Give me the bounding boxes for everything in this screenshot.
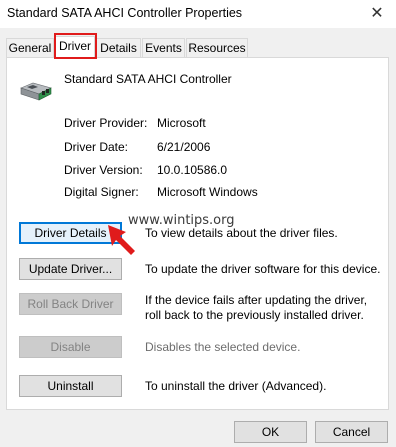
driver-details-description: To view details about the driver files. (145, 226, 338, 240)
tab-general[interactable]: General (6, 38, 54, 58)
driver-date-value: 6/21/2006 (157, 140, 211, 154)
driver-provider-label: Driver Provider: (64, 116, 148, 130)
device-name: Standard SATA AHCI Controller (64, 72, 232, 86)
tab-details[interactable]: Details (96, 38, 141, 58)
disable-description: Disables the selected device. (145, 340, 301, 354)
digital-signer-label: Digital Signer: (64, 185, 139, 199)
title-bar: Standard SATA AHCI Controller Properties… (0, 0, 396, 28)
digital-signer-value: Microsoft Windows (157, 185, 258, 199)
cancel-button[interactable]: Cancel (315, 421, 388, 443)
uninstall-button[interactable]: Uninstall (19, 375, 122, 397)
roll-back-driver-button[interactable]: Roll Back Driver (19, 293, 122, 315)
driver-version-label: Driver Version: (64, 163, 143, 177)
roll-back-driver-description: If the device fails after updating the d… (145, 293, 368, 322)
ok-button[interactable]: OK (234, 421, 307, 443)
driver-version-value: 10.0.10586.0 (157, 163, 228, 177)
pointer-arrow-icon (108, 225, 135, 255)
driver-provider-value: Microsoft (157, 116, 206, 130)
controller-chip-icon (20, 82, 52, 101)
uninstall-description: To uninstall the driver (Advanced). (145, 379, 327, 393)
window-title: Standard SATA AHCI Controller Properties (7, 6, 243, 20)
driver-date-label: Driver Date: (64, 140, 129, 154)
update-driver-button[interactable]: Update Driver... (19, 258, 122, 280)
disable-button[interactable]: Disable (19, 336, 122, 358)
tab-resources[interactable]: Resources (186, 38, 248, 58)
close-icon[interactable]: ✕ (364, 2, 390, 24)
update-driver-description: To update the driver software for this d… (145, 262, 381, 276)
tab-driver[interactable]: Driver (55, 36, 95, 59)
tab-events[interactable]: Events (142, 38, 185, 58)
watermark-text: www.wintips.org (128, 213, 235, 228)
